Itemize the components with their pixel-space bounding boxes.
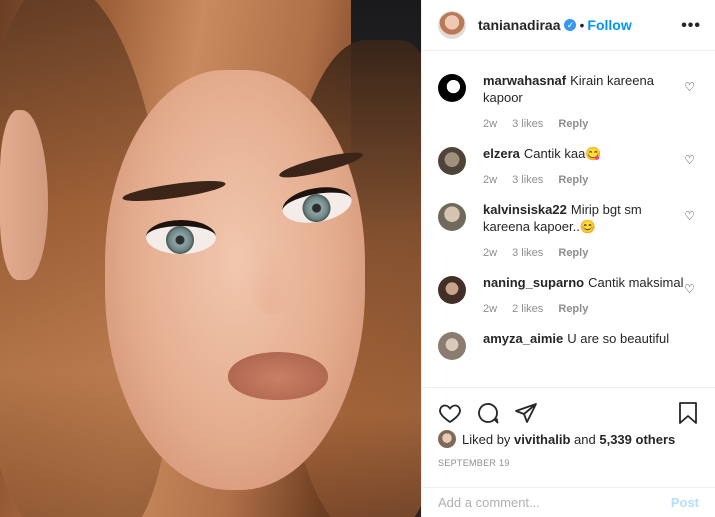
post-side-panel: tanianadiraa ✓ • Follow ••• marwahasnaf K… [421,0,715,517]
like-heart-icon[interactable] [438,401,462,425]
post-date[interactable]: SEPTEMBER 19 [422,458,715,468]
commenter-avatar[interactable] [438,276,466,304]
reply-button[interactable]: Reply [558,247,588,259]
like-comment-heart-icon[interactable]: ♡ [684,153,695,167]
comment-age[interactable]: 2w [483,118,497,130]
comment-item: amyza_aimie U are so beautiful [438,330,699,360]
comment-username[interactable]: marwahasnaf [483,73,566,88]
commenter-avatar[interactable] [438,203,466,231]
likes-others-link[interactable]: 5,339 others [599,432,675,447]
liker-username[interactable]: vivithalib [514,432,570,447]
photo-lips [228,352,328,400]
post-header: tanianadiraa ✓ • Follow ••• [422,0,715,51]
comment-item: elzera Cantik kaa😋 2w 3 likes Reply ♡ [438,145,699,186]
comment-item: marwahasnaf Kirain kareena kapoor 2w 3 li… [438,72,699,130]
add-comment-bar: Add a comment... Post [422,487,715,517]
share-paper-plane-icon[interactable] [514,401,538,425]
liker-avatar[interactable] [438,430,456,448]
photo-eye-left [146,220,216,254]
save-bookmark-icon[interactable] [677,401,699,425]
like-comment-heart-icon[interactable]: ♡ [684,209,695,223]
like-comment-heart-icon[interactable]: ♡ [684,282,695,296]
like-comment-heart-icon[interactable]: ♡ [684,80,695,94]
comment-age[interactable]: 2w [483,174,497,186]
author-username[interactable]: tanianadiraa [478,17,560,33]
comment-text: Cantik maksimal [588,275,684,290]
reply-button[interactable]: Reply [558,174,588,186]
commenter-avatar[interactable] [438,332,466,360]
commenter-avatar[interactable] [438,147,466,175]
comment-item: naning_suparno Cantik maksimal 2w 2 likes… [438,274,699,315]
more-options-icon[interactable]: ••• [681,17,701,35]
comment-username[interactable]: naning_suparno [483,275,584,290]
comment-username[interactable]: kalvinsiska22 [483,202,567,217]
comment-age[interactable]: 2w [483,303,497,315]
reply-button[interactable]: Reply [558,118,588,130]
comments-list[interactable]: marwahasnaf Kirain kareena kapoor 2w 3 li… [422,52,715,386]
comment-likes[interactable]: 3 likes [512,118,543,130]
commenter-avatar[interactable] [438,74,466,102]
comment-likes[interactable]: 3 likes [512,174,543,186]
likes-summary: Liked by vivithalib and 5,339 others [422,430,715,448]
add-comment-input[interactable]: Add a comment... [438,495,671,510]
reply-button[interactable]: Reply [558,303,588,315]
photo-nose [248,245,298,315]
comment-likes[interactable]: 3 likes [512,247,543,259]
comment-age[interactable]: 2w [483,247,497,259]
verified-badge-icon: ✓ [564,19,577,31]
comment-text: U are so beautiful [567,331,670,346]
action-icons-row [422,388,715,428]
post-actions: Liked by vivithalib and 5,339 others SEP… [422,387,715,499]
author-avatar[interactable] [438,11,466,39]
comment-bubble-icon[interactable] [476,401,500,425]
comment-item: kalvinsiska22 Mirip bgt sm kareena kapoer… [438,201,699,259]
comment-text: Cantik kaa😋 [523,146,602,161]
post-photo[interactable] [0,0,421,517]
photo-face [105,70,365,490]
header-separator: • [579,17,585,33]
comment-username[interactable]: elzera [483,146,520,161]
comment-username[interactable]: amyza_aimie [483,331,563,346]
likes-and: and [574,431,596,447]
follow-button[interactable]: Follow [587,17,631,33]
likes-prefix: Liked by [462,431,511,447]
post-comment-button[interactable]: Post [671,495,699,510]
comment-likes[interactable]: 2 likes [512,303,543,315]
